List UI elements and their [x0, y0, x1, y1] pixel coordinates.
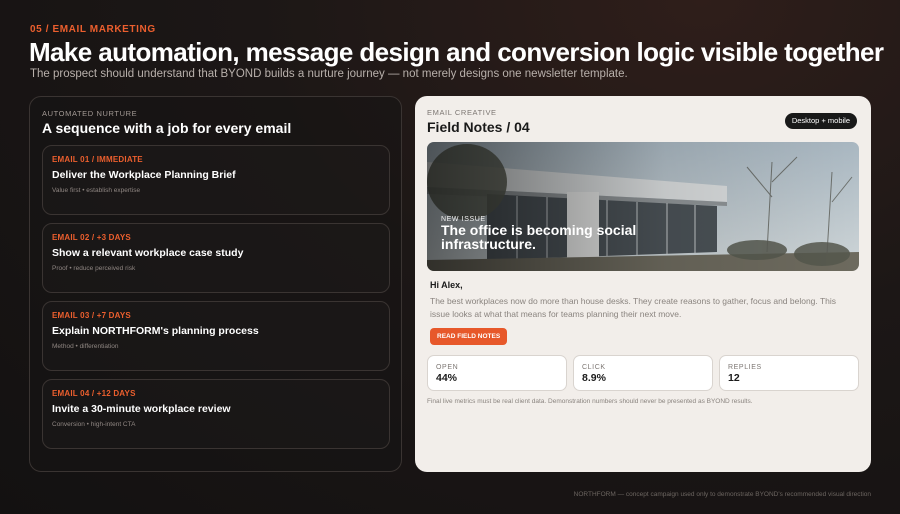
metric-label: OPEN: [436, 364, 459, 371]
email-card-01[interactable]: EMAIL 01 / IMMEDIATE Deliver the Workpla…: [42, 145, 390, 215]
hero-headline: The office is becoming social infrastruc…: [441, 222, 637, 252]
email-title: Deliver the Workplace Planning Brief: [52, 169, 236, 181]
email-card-02[interactable]: EMAIL 02 / +3 DAYS Show a relevant workp…: [42, 223, 390, 293]
email-meta: Method • differentiation: [52, 343, 119, 350]
email-title: Show a relevant workplace case study: [52, 247, 244, 259]
email-card-04[interactable]: EMAIL 04 / +12 DAYS Invite a 30-minute w…: [42, 379, 390, 449]
metrics-footnote: Final live metrics must be real client d…: [427, 398, 753, 405]
email-meta: Conversion • high-intent CTA: [52, 421, 136, 428]
device-preview-pill[interactable]: Desktop + mobile: [784, 113, 857, 129]
email-timing-label: EMAIL 03 / +7 DAYS: [52, 311, 131, 320]
metric-open: OPEN 44%: [427, 355, 567, 391]
page-footer: NORTHFORM — concept campaign used only t…: [573, 491, 871, 498]
metric-value: 12: [728, 372, 740, 384]
email-meta: Proof • reduce perceived risk: [52, 265, 136, 272]
email-timing-label: EMAIL 01 / IMMEDIATE: [52, 155, 143, 164]
section-eyebrow: 05 / EMAIL MARKETING: [30, 24, 156, 35]
panel-title: A sequence with a job for every email: [42, 120, 292, 136]
email-card-03[interactable]: EMAIL 03 / +7 DAYS Explain NORTHFORM's p…: [42, 301, 390, 371]
email-timing-label: EMAIL 02 / +3 DAYS: [52, 233, 131, 242]
metric-value: 44%: [436, 372, 458, 384]
email-creative-panel: EMAIL CREATIVE Field Notes / 04 Desktop …: [415, 96, 871, 472]
metric-label: CLICK: [582, 364, 606, 371]
metric-click: CLICK 8.9%: [573, 355, 713, 391]
email-title: Invite a 30-minute workplace review: [52, 403, 231, 415]
hero-image: NEW ISSUE The office is becoming social …: [427, 142, 859, 271]
metric-value: 8.9%: [582, 372, 606, 384]
email-timing-label: EMAIL 04 / +12 DAYS: [52, 389, 136, 398]
metric-replies: REPLIES 12: [719, 355, 859, 391]
metric-label: REPLIES: [728, 364, 762, 371]
creative-title: Field Notes / 04: [427, 119, 530, 135]
email-body: The best workplaces now do more than hou…: [430, 296, 837, 319]
page-title: Make automation, message design and conv…: [29, 37, 884, 67]
panel-eyebrow: AUTOMATED NURTURE: [42, 109, 138, 118]
panel-eyebrow: EMAIL CREATIVE: [427, 108, 497, 117]
read-field-notes-button[interactable]: READ FIELD NOTES: [430, 328, 508, 345]
email-greeting: Hi Alex,: [430, 280, 463, 290]
nurture-sequence-panel: AUTOMATED NURTURE A sequence with a job …: [29, 96, 402, 472]
email-meta: Value first • establish expertise: [52, 187, 141, 194]
email-title: Explain NORTHFORM's planning process: [52, 325, 259, 337]
page-subtitle: The prospect should understand that BYON…: [30, 68, 628, 80]
